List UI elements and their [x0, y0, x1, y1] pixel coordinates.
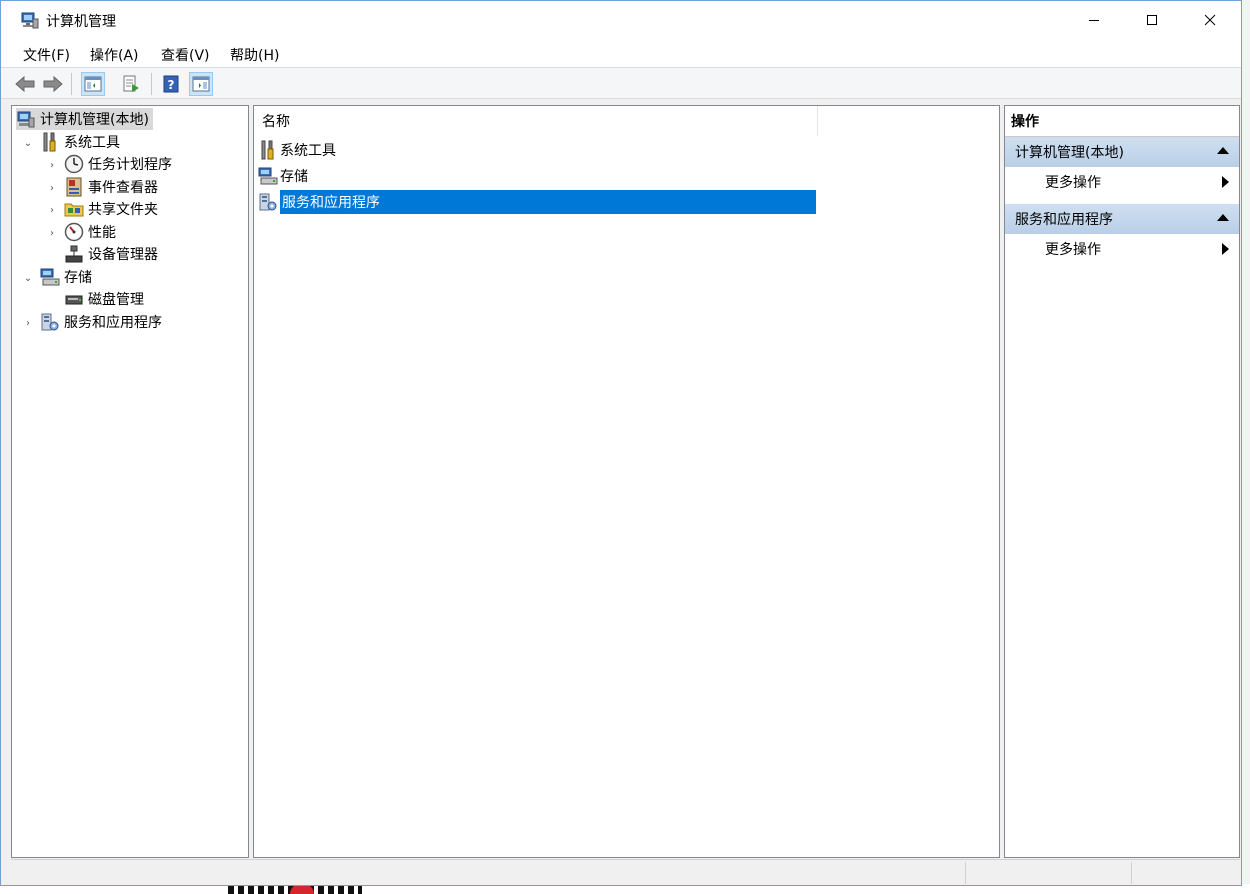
console-tree-pane[interactable]: 计算机管理(本地) ⌄ 系统工具 › 任务计划程序 › 事件查看器 › 共享文件… — [11, 105, 249, 858]
collapse-triangle-icon[interactable] — [1217, 147, 1229, 154]
show-hide-console-tree-button[interactable] — [81, 72, 105, 96]
tree-item-performance[interactable]: 性能 — [64, 221, 116, 243]
storage-icon — [258, 166, 278, 186]
tree-item-label: 服务和应用程序 — [64, 315, 162, 331]
computer-management-icon — [16, 109, 36, 129]
tree-item-label: 磁盘管理 — [88, 292, 144, 308]
expand-chevron-icon[interactable]: › — [46, 182, 58, 194]
back-button[interactable] — [13, 72, 37, 96]
expand-chevron-icon[interactable]: › — [46, 227, 58, 239]
storage-icon — [40, 267, 60, 287]
show-hide-action-pane-button[interactable] — [189, 72, 213, 96]
tree-item-label: 计算机管理(本地) — [40, 112, 149, 128]
export-list-button[interactable] — [119, 72, 143, 96]
tree-item-label: 系统工具 — [64, 135, 120, 151]
action-more-actions-1[interactable]: 更多操作 — [1005, 167, 1239, 197]
window-title: 计算机管理 — [46, 14, 116, 30]
services-applications-icon — [40, 312, 60, 332]
action-item-label: 更多操作 — [1045, 175, 1101, 191]
help-button[interactable]: ? — [159, 72, 183, 96]
action-pane[interactable]: 操作 计算机管理(本地) 更多操作 服务和应用程序 更多操作 — [1004, 105, 1240, 858]
maximize-button[interactable] — [1123, 1, 1181, 39]
list-item-label: 系统工具 — [280, 143, 336, 159]
action-item-label: 更多操作 — [1045, 242, 1101, 258]
column-header-name[interactable]: 名称 — [254, 106, 818, 136]
tree-item-label: 任务计划程序 — [88, 157, 172, 173]
tree-item-shared-folders[interactable]: 共享文件夹 — [64, 198, 158, 220]
tree-item-disk-management[interactable]: 磁盘管理 — [64, 288, 144, 310]
collapse-triangle-icon[interactable] — [1217, 214, 1229, 221]
action-group-computer-management[interactable]: 计算机管理(本地) — [1005, 137, 1239, 167]
collapse-chevron-icon[interactable]: ⌄ — [22, 272, 34, 284]
computer-management-icon — [21, 11, 39, 29]
help-icon: ? — [163, 75, 179, 93]
forward-button[interactable] — [41, 72, 65, 96]
tree-item-label: 事件查看器 — [88, 180, 158, 196]
clock-icon — [64, 154, 84, 174]
status-bar — [11, 859, 1240, 885]
toolbar: ? — [1, 67, 1241, 99]
action-pane-title: 操作 — [1005, 106, 1239, 137]
result-list-pane[interactable]: 名称 系统工具 存储 服务和应用程序 — [253, 105, 1000, 858]
collapse-chevron-icon[interactable]: ⌄ — [22, 137, 34, 149]
menu-view[interactable]: 查看(V) — [161, 45, 210, 65]
computer-management-window: 计算机管理 文件(F) 操作(A) 查看(V) 帮助(H) ? 计算机管理(本地… — [0, 0, 1242, 886]
show-hide-console-tree-icon — [84, 76, 102, 92]
expand-chevron-icon[interactable]: › — [46, 204, 58, 216]
toolbar-separator — [151, 73, 152, 95]
back-arrow-icon — [15, 75, 35, 93]
submenu-arrow-icon — [1222, 243, 1229, 255]
tree-item-computer-management[interactable]: 计算机管理(本地) — [16, 108, 153, 130]
menu-help[interactable]: 帮助(H) — [230, 45, 279, 65]
close-button[interactable] — [1181, 1, 1239, 39]
expand-chevron-icon[interactable]: › — [22, 317, 34, 329]
toolbar-separator — [71, 73, 72, 95]
title-bar[interactable]: 计算机管理 — [1, 1, 1241, 39]
minimize-icon — [1089, 20, 1099, 21]
device-manager-icon — [64, 244, 84, 264]
close-icon — [1204, 14, 1216, 26]
system-tools-icon — [258, 140, 278, 160]
tree-item-label: 存储 — [64, 270, 92, 286]
status-separator — [1131, 862, 1132, 884]
submenu-arrow-icon — [1222, 176, 1229, 188]
action-more-actions-2[interactable]: 更多操作 — [1005, 234, 1239, 264]
export-list-icon — [123, 75, 139, 92]
menu-action[interactable]: 操作(A) — [90, 45, 139, 65]
forward-arrow-icon — [43, 75, 63, 93]
tree-item-task-scheduler[interactable]: 任务计划程序 — [64, 153, 172, 175]
shared-folder-icon — [64, 199, 84, 219]
action-group-services-apps[interactable]: 服务和应用程序 — [1005, 204, 1239, 234]
performance-icon — [64, 222, 84, 242]
action-group-label: 计算机管理(本地) — [1015, 145, 1124, 161]
list-item-system-tools[interactable]: 系统工具 — [258, 138, 336, 162]
event-viewer-icon — [64, 177, 84, 197]
tree-item-label: 设备管理器 — [88, 247, 158, 263]
list-item-storage[interactable]: 存储 — [258, 164, 308, 188]
tree-item-storage[interactable]: 存储 — [40, 266, 92, 288]
list-item-label: 存储 — [280, 169, 308, 185]
list-item-services-apps[interactable]: 服务和应用程序 — [258, 190, 816, 214]
minimize-button[interactable] — [1065, 1, 1123, 39]
tree-item-system-tools[interactable]: 系统工具 — [40, 131, 120, 153]
maximize-icon — [1147, 15, 1157, 25]
tree-item-label: 性能 — [88, 225, 116, 241]
disk-management-icon — [64, 289, 84, 309]
menu-file[interactable]: 文件(F) — [23, 45, 70, 65]
action-group-label: 服务和应用程序 — [1015, 212, 1113, 228]
show-hide-action-pane-icon — [192, 76, 210, 92]
desktop-background — [1242, 0, 1250, 894]
tree-item-label: 共享文件夹 — [88, 202, 158, 218]
services-applications-icon — [258, 192, 278, 212]
status-separator — [965, 862, 966, 884]
list-item-label: 服务和应用程序 — [280, 190, 816, 214]
menu-bar: 文件(F) 操作(A) 查看(V) 帮助(H) — [1, 39, 1241, 67]
svg-text:?: ? — [168, 78, 175, 92]
tree-item-services-apps[interactable]: 服务和应用程序 — [40, 311, 162, 333]
expand-chevron-icon[interactable]: › — [46, 159, 58, 171]
tree-item-event-viewer[interactable]: 事件查看器 — [64, 176, 158, 198]
tree-item-device-manager[interactable]: 设备管理器 — [64, 243, 158, 265]
system-tools-icon — [40, 132, 60, 152]
